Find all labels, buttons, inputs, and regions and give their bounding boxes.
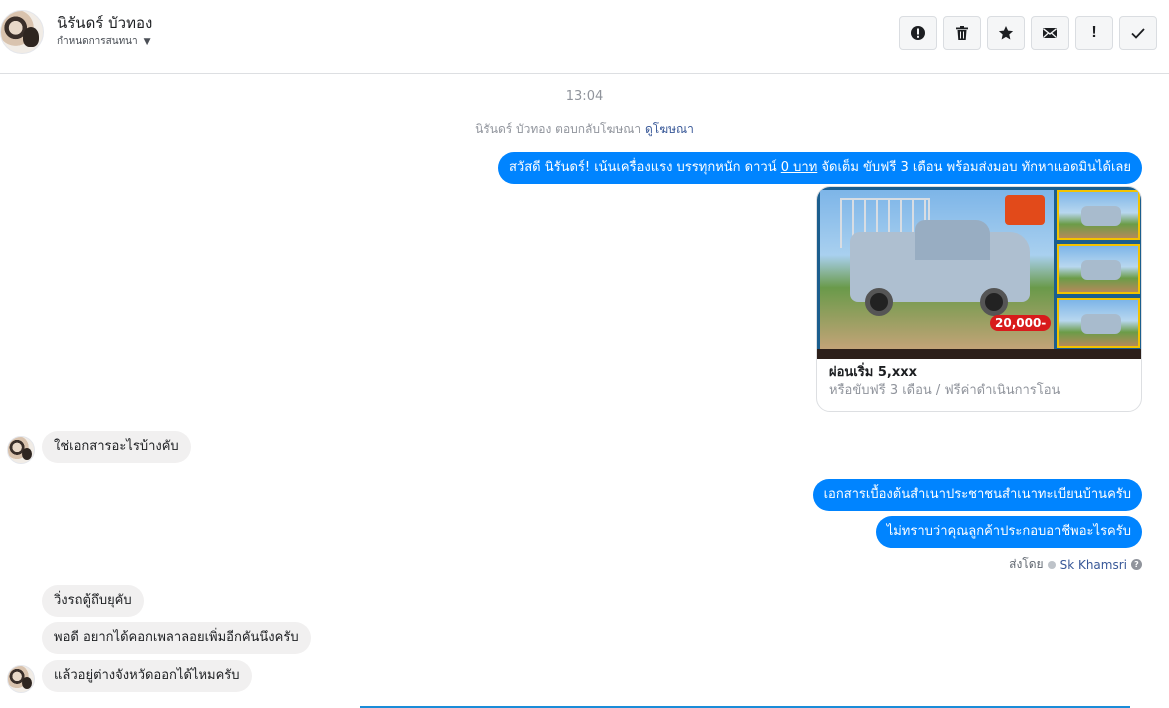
truck-thumbnail	[1057, 298, 1140, 348]
mark-unread-button[interactable]	[1031, 16, 1069, 50]
agent-status-icon	[1047, 560, 1056, 569]
ad-subtitle: หรือขับฟรี 3 เดือน / ฟรีค่าดำเนินการโอน	[829, 383, 1061, 398]
caret-down-icon: ▼	[143, 36, 151, 47]
conversation-header: นิรันดร์ บัวทอง กำหนดการสนทนา ▼ !	[0, 0, 1169, 74]
alert-circle-icon	[911, 26, 925, 40]
truck-thumbnail	[1057, 190, 1140, 240]
assign-conversation-dropdown[interactable]: กำหนดการสนทนา ▼	[57, 34, 151, 49]
ad-card[interactable]: 20,000- ผ่อนเริ่ม 5,xxx หรือขับฟรี 3 เดื…	[816, 186, 1142, 412]
trash-icon	[956, 26, 968, 40]
truck-cab	[915, 220, 990, 260]
done-button[interactable]	[1119, 16, 1157, 50]
action-toolbar: !	[899, 16, 1157, 50]
spam-button[interactable]	[899, 16, 937, 50]
avatar[interactable]	[7, 665, 35, 693]
outgoing-message[interactable]: สวัสดี นิรันดร์! เน้นเครื่องแรง บรรทุกหน…	[497, 152, 1142, 184]
incoming-message[interactable]: วิ่งรถตู้ถึบยุคับ	[42, 585, 144, 617]
incoming-message[interactable]: ใช่เอกสารอะไรบ้างคับ	[42, 431, 191, 463]
exclamation-icon: !	[1091, 24, 1097, 41]
wheel	[980, 288, 1008, 316]
greeting-text: สวัสดี นิรันดร์! เน้นเครื่องแรง บรรทุกหน…	[508, 160, 781, 175]
star-button[interactable]	[987, 16, 1025, 50]
check-icon	[1131, 28, 1145, 39]
avatar[interactable]	[0, 10, 44, 54]
ad-image: 20,000-	[817, 187, 1141, 359]
wheel	[865, 288, 893, 316]
star-icon	[998, 26, 1014, 40]
outgoing-message[interactable]: ไม่ทราบว่าคุณลูกค้าประกอบอาชีพอะไรครับ	[875, 516, 1142, 548]
promo-badge	[1005, 195, 1045, 225]
assign-label: กำหนดการสนทนา	[57, 36, 138, 47]
greeting-underlined: 0 บาท	[780, 160, 818, 175]
incoming-message[interactable]: พอดี อยากได้คอกเพลาลอยเพิ่มอีกคันนึงครับ	[42, 622, 311, 654]
message-timestamp: 13:04	[565, 89, 604, 104]
follow-up-button[interactable]: !	[1075, 16, 1113, 50]
sent-by-label: ส่งโดย	[1009, 557, 1044, 571]
outgoing-message[interactable]: เอกสารเบื้องต้นสำเนาประชาชนสำเนาทะเบียนบ…	[812, 479, 1142, 511]
price-tag: 20,000-	[990, 315, 1052, 331]
avatar[interactable]	[7, 436, 35, 464]
sent-by: ส่งโดย Sk Khamsri ?	[1009, 555, 1142, 574]
help-icon[interactable]: ?	[1131, 559, 1142, 570]
ad-info-strip	[817, 349, 1141, 359]
agent-name[interactable]: Sk Khamsri	[1060, 558, 1127, 572]
ad-reply-text: นิรันดร์ บัวทอง ตอบกลับโฆษณา	[475, 122, 642, 136]
truck-thumbnail	[1057, 244, 1140, 294]
view-ad-link[interactable]: ดูโฆษณา	[645, 122, 694, 136]
delete-button[interactable]	[943, 16, 981, 50]
incoming-message[interactable]: แล้วอยู่ต่างจังหวัดออกได้ไหมครับ	[42, 660, 252, 692]
truck-photo: 20,000-	[820, 190, 1054, 353]
contact-name[interactable]: นิรันดร์ บัวทอง	[57, 11, 152, 35]
ad-reply-note: นิรันดร์ บัวทอง ตอบกลับโฆษณา ดูโฆษณา	[0, 120, 1169, 139]
greeting-text-end: จัดเต็ม ขับฟรี 3 เดือน พร้อมส่งมอบ ทักหา…	[817, 160, 1131, 175]
mail-icon	[1043, 28, 1057, 38]
